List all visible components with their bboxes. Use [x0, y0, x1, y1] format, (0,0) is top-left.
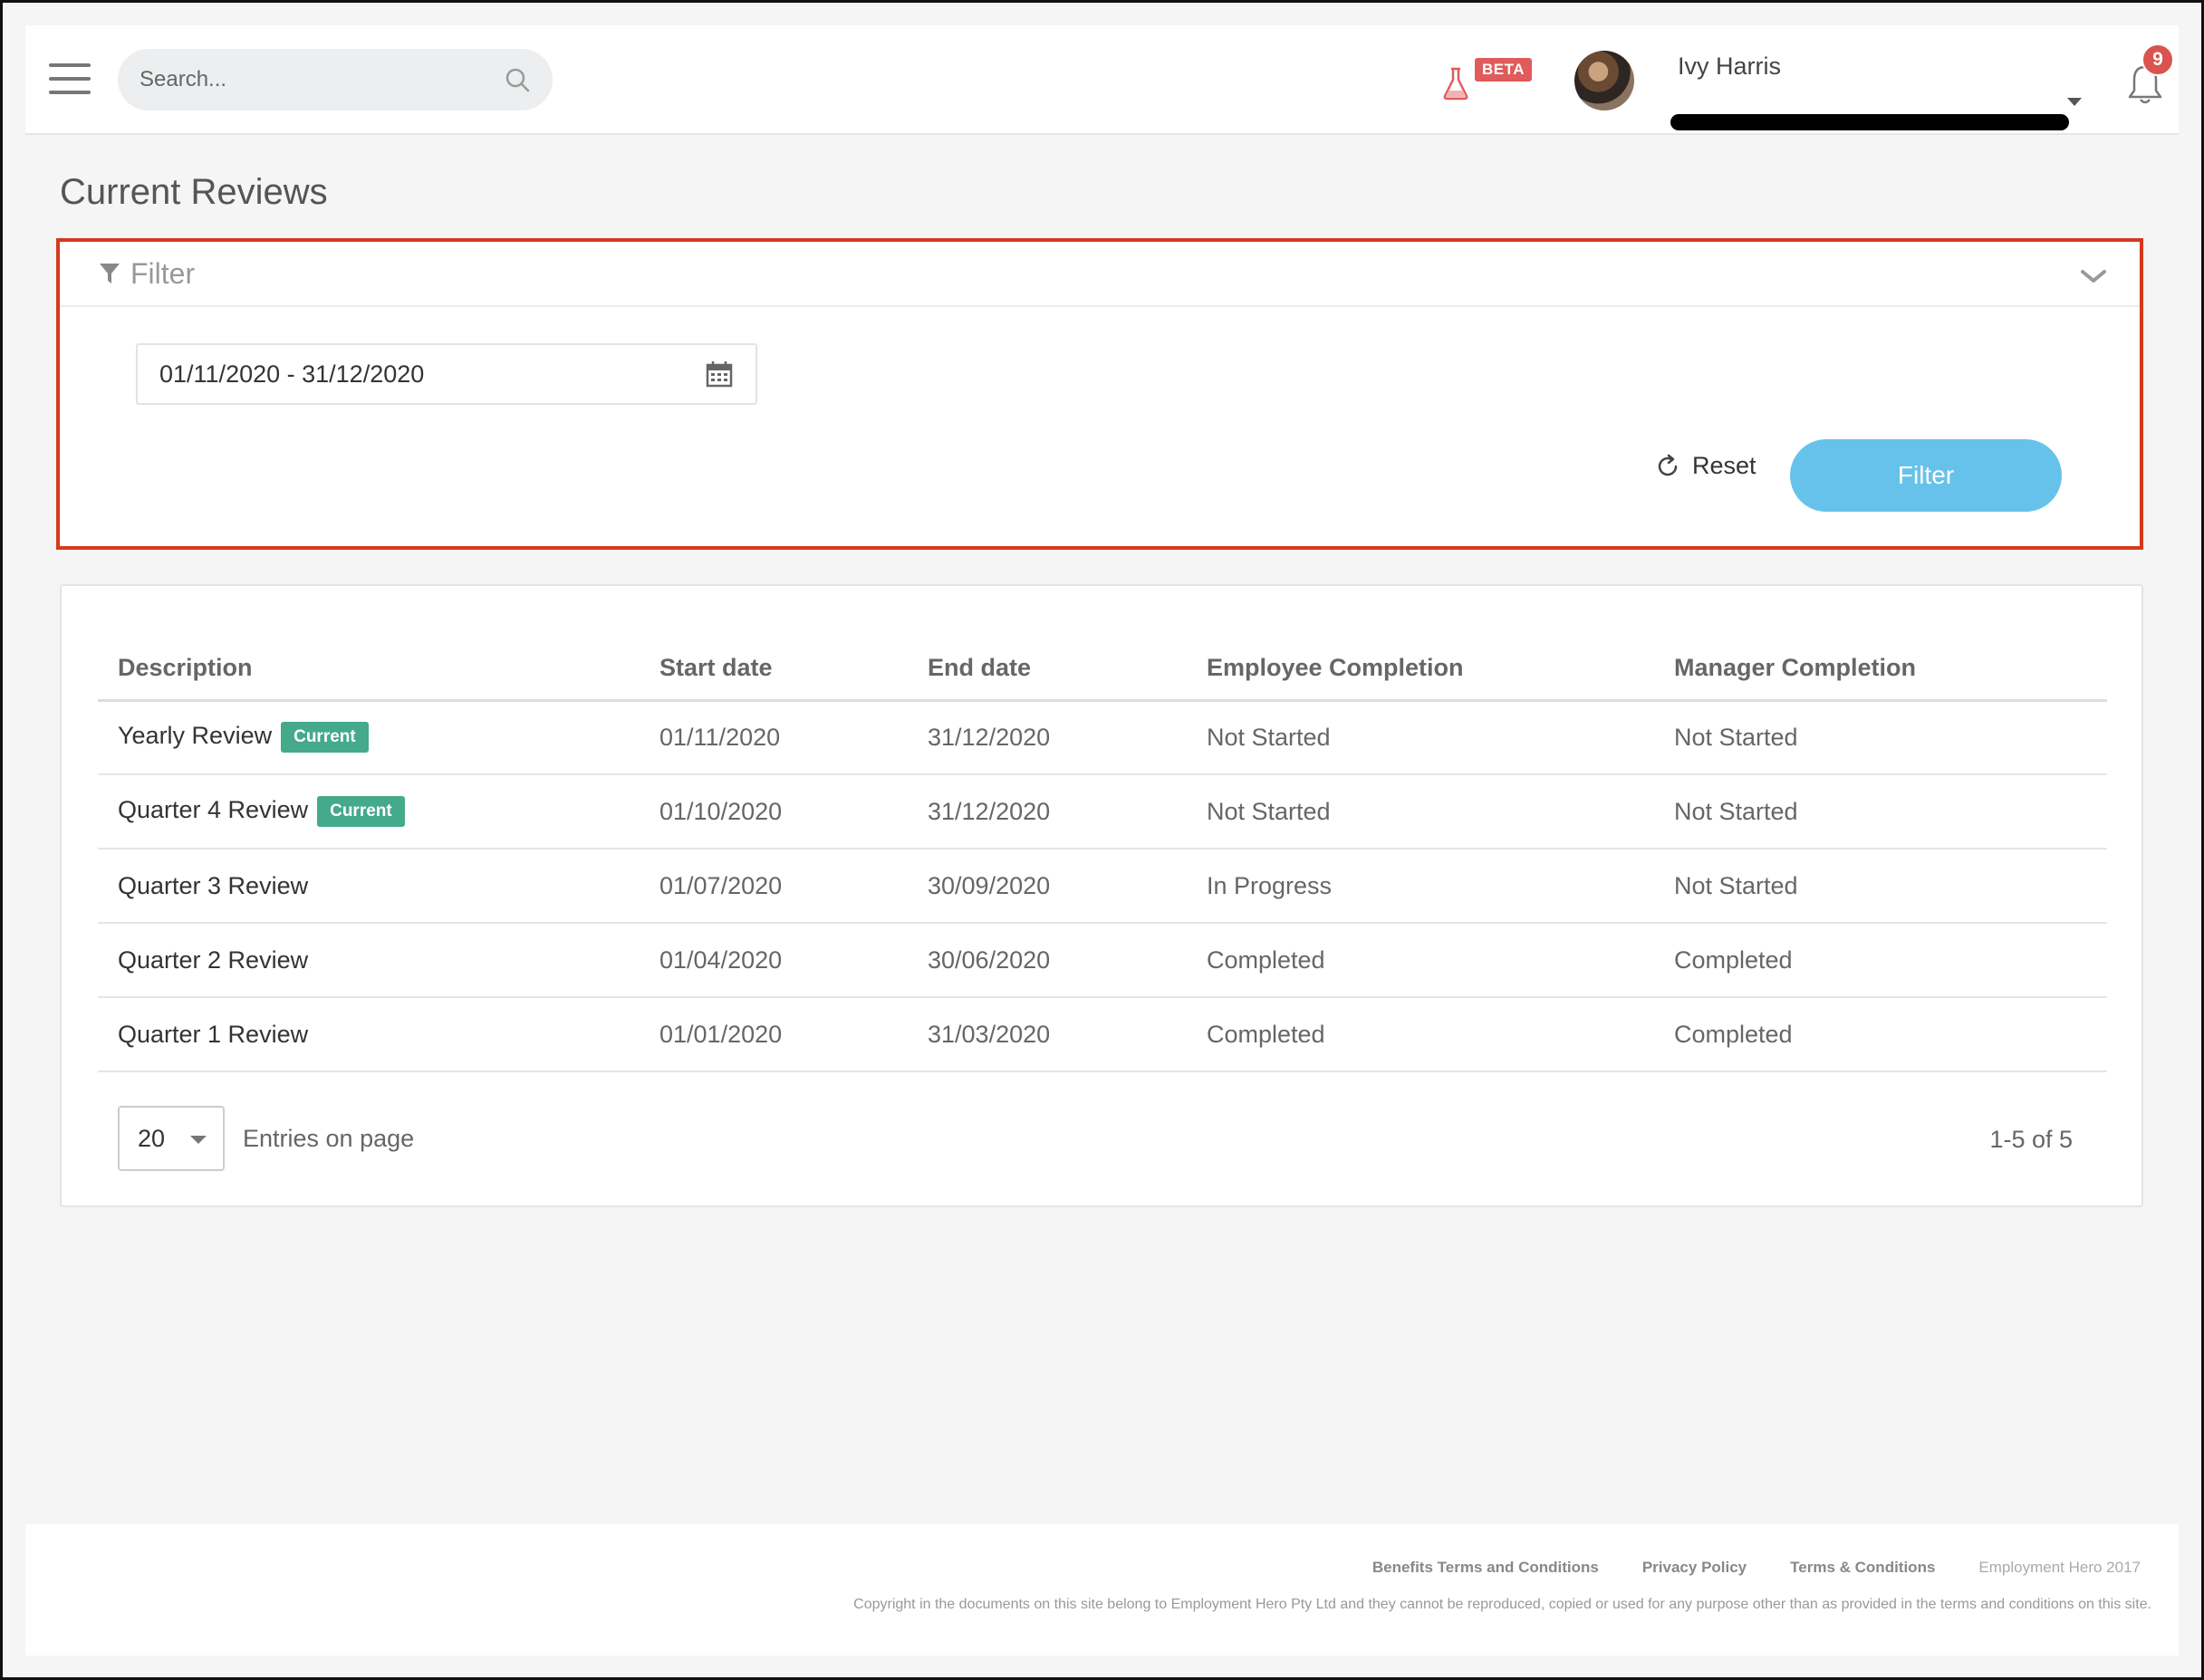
search-icon[interactable]: [504, 66, 531, 93]
column-header-start-date[interactable]: Start date: [640, 637, 908, 702]
beta-badge: BETA: [1475, 58, 1533, 82]
table-row[interactable]: Yearly Review Current 01/11/2020 31/12/20…: [98, 700, 2107, 775]
menu-icon[interactable]: [49, 63, 91, 94]
row-description-cell[interactable]: Quarter 3 Review: [98, 849, 640, 924]
row-manager-completion: Not Started: [1654, 849, 2107, 924]
refresh-icon: [1658, 454, 1678, 475]
user-name: Ivy Harris: [1678, 53, 1781, 80]
table-row[interactable]: Quarter 1 Review 01/01/2020 31/03/2020 C…: [98, 997, 2107, 1072]
filter-header[interactable]: Filter: [60, 242, 2140, 307]
row-manager-completion: Not Started: [1654, 700, 2107, 775]
row-end-date: 30/06/2020: [908, 923, 1187, 998]
column-header-employee-completion[interactable]: Employee Completion: [1187, 637, 1654, 702]
column-header-end-date[interactable]: End date: [908, 637, 1187, 702]
row-description-cell[interactable]: Quarter 1 Review: [98, 997, 640, 1072]
row-end-date: 30/09/2020: [908, 849, 1187, 924]
reviews-table: Description Start date End date Employee…: [98, 637, 2107, 1072]
row-start-date: 01/04/2020: [640, 923, 908, 998]
pagination-controls: 20 Entries on page: [118, 1106, 414, 1171]
row-description[interactable]: Quarter 2 Review: [118, 946, 308, 974]
column-header-description[interactable]: Description: [98, 637, 640, 702]
top-bar: BETA Ivy Harris 9: [25, 25, 2179, 135]
footer-link-benefits-terms[interactable]: Benefits Terms and Conditions: [1372, 1559, 1599, 1577]
date-range-field[interactable]: [136, 343, 757, 405]
row-end-date: 31/03/2020: [908, 997, 1187, 1072]
filter-title: Filter: [130, 256, 196, 290]
row-description-cell[interactable]: Quarter 4 Review Current: [98, 774, 640, 850]
row-description[interactable]: Quarter 1 Review: [118, 1021, 308, 1048]
table-header-row: Description Start date End date Employee…: [98, 637, 2107, 702]
footer-links: Benefits Terms and Conditions Privacy Po…: [1372, 1559, 2141, 1577]
table-row[interactable]: Quarter 2 Review 01/04/2020 30/06/2020 C…: [98, 923, 2107, 998]
reset-button[interactable]: Reset: [1654, 452, 1756, 480]
footer-link-terms-conditions[interactable]: Terms & Conditions: [1790, 1559, 1935, 1577]
row-start-date: 01/01/2020: [640, 997, 908, 1072]
caret-down-icon[interactable]: [2067, 98, 2082, 106]
footer-link-privacy-policy[interactable]: Privacy Policy: [1642, 1559, 1747, 1577]
copyright-text: Copyright in the documents on this site …: [853, 1597, 2151, 1612]
row-employee-completion: Not Started: [1187, 774, 1654, 850]
row-description[interactable]: Quarter 4 Review: [118, 796, 308, 823]
beta-feature[interactable]: BETA: [1440, 58, 1533, 101]
row-end-date: 31/12/2020: [908, 774, 1187, 850]
row-manager-completion: Completed: [1654, 923, 2107, 998]
page-size-value: 20: [138, 1124, 166, 1152]
funnel-icon: [100, 264, 120, 283]
page-title: Current Reviews: [60, 172, 328, 212]
page-size-select[interactable]: 20: [118, 1106, 225, 1171]
filter-panel: Filter Reset Filter: [56, 238, 2143, 550]
row-manager-completion: Not Started: [1654, 774, 2107, 850]
reviews-table-card: Description Start date End date Employee…: [60, 584, 2143, 1207]
notification-count-badge: 9: [2141, 43, 2174, 76]
avatar: [1574, 51, 1634, 110]
reset-label: Reset: [1692, 452, 1756, 479]
row-end-date: 31/12/2020: [908, 700, 1187, 775]
current-badge: Current: [281, 722, 369, 754]
table-row[interactable]: Quarter 3 Review 01/07/2020 30/09/2020 I…: [98, 849, 2107, 924]
row-start-date: 01/11/2020: [640, 700, 908, 775]
search-box: [118, 49, 553, 110]
row-description[interactable]: Quarter 3 Review: [118, 872, 308, 899]
redacted-company: [1670, 114, 2069, 130]
date-range-input[interactable]: [159, 360, 705, 389]
row-employee-completion: Completed: [1187, 923, 1654, 998]
chevron-down-icon[interactable]: [2080, 267, 2107, 285]
current-badge: Current: [317, 796, 405, 827]
row-manager-completion: Completed: [1654, 997, 2107, 1072]
search-input[interactable]: [140, 67, 504, 92]
calendar-icon[interactable]: [705, 360, 734, 389]
row-employee-completion: Completed: [1187, 997, 1654, 1072]
row-start-date: 01/07/2020: [640, 849, 908, 924]
entries-label: Entries on page: [243, 1124, 415, 1152]
footer-brand: Employment Hero 2017: [1978, 1559, 2141, 1576]
column-header-manager-completion[interactable]: Manager Completion: [1654, 637, 2107, 702]
footer: Benefits Terms and Conditions Privacy Po…: [25, 1524, 2179, 1656]
row-employee-completion: In Progress: [1187, 849, 1654, 924]
flask-icon: [1443, 67, 1468, 101]
row-description-cell[interactable]: Quarter 2 Review: [98, 923, 640, 998]
row-description-cell[interactable]: Yearly Review Current: [98, 700, 640, 775]
caret-down-icon: [190, 1136, 207, 1144]
user-menu[interactable]: Ivy Harris: [1574, 47, 2082, 130]
filter-button[interactable]: Filter: [1790, 439, 2062, 512]
table-row[interactable]: Quarter 4 Review Current 01/10/2020 31/12…: [98, 774, 2107, 850]
page-range: 1-5 of 5: [1989, 1126, 2073, 1153]
row-start-date: 01/10/2020: [640, 774, 908, 850]
row-description[interactable]: Yearly Review: [118, 722, 272, 749]
row-employee-completion: Not Started: [1187, 700, 1654, 775]
